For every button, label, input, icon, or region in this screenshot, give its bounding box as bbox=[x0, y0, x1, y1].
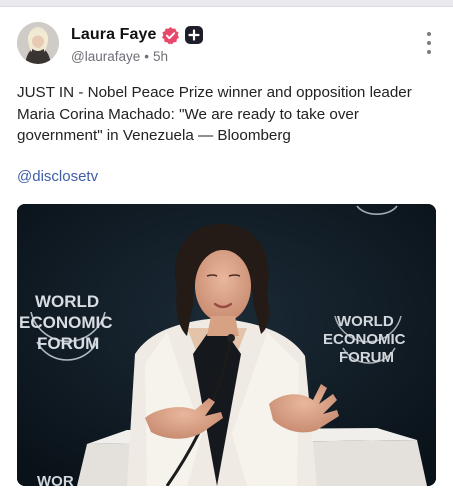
avatar[interactable] bbox=[17, 22, 59, 64]
more-options-icon[interactable] bbox=[421, 32, 437, 54]
post-header: Laura Faye @laurafaye • 5h bbox=[17, 22, 437, 66]
top-divider-line bbox=[0, 6, 453, 7]
wef-right-line3: FORUM bbox=[339, 349, 394, 366]
post-image[interactable]: WORLD ECONOMIC FORUM WORLD ECONOMIC FORU… bbox=[17, 204, 436, 486]
author-name[interactable]: Laura Faye bbox=[71, 26, 156, 44]
plus-badge-icon bbox=[185, 26, 204, 44]
wef-left-line3: FORUM bbox=[37, 334, 99, 353]
post-body-text: JUST IN - Nobel Peace Prize winner and o… bbox=[17, 84, 412, 144]
wef-right-line1: WORLD bbox=[337, 313, 394, 330]
author-handle[interactable]: @laurafaye bbox=[71, 49, 140, 64]
post-time: 5h bbox=[152, 49, 169, 64]
wef-left-line1: WORLD bbox=[35, 292, 99, 311]
wef-bottom-text: WOR bbox=[37, 473, 74, 486]
wef-left-line2: ECONOMIC bbox=[19, 313, 113, 332]
meta-separator: • bbox=[144, 49, 149, 64]
wef-right-line2: ECONOMIC bbox=[323, 331, 406, 348]
verified-badge-icon bbox=[161, 26, 180, 45]
mention-link[interactable]: @disclosetv bbox=[17, 168, 98, 185]
